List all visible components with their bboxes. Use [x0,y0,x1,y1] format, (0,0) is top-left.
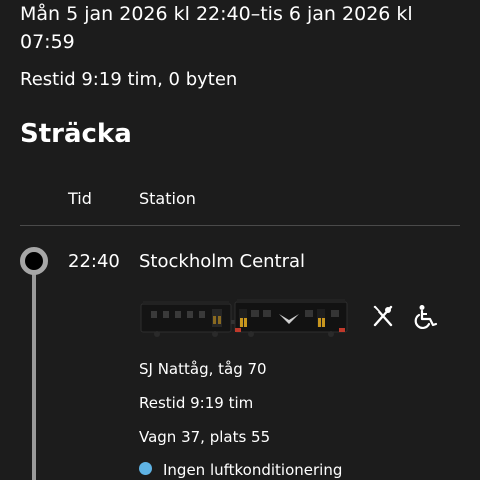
stop-marker [20,247,48,275]
departure-time: 22:40 [68,251,120,272]
column-header-time: Tid [68,189,92,208]
divider [20,225,460,226]
travel-time-summary: Restid 9:19 tim, 0 byten [20,69,238,90]
info-dot-icon [139,462,152,475]
departure-station: Stockholm Central [139,251,306,272]
trip-details-screen: Mån 5 jan 2026 kl 22:40–tis 6 jan 2026 k… [0,0,480,480]
segment-duration: Restid 9:19 tim [139,394,254,412]
trip-dates: Mån 5 jan 2026 kl 22:40–tis 6 jan 2026 k… [20,3,413,53]
section-title: Sträcka [20,119,132,149]
no-air-conditioning-notice: Ingen luftkonditionering [163,461,343,479]
seat-assignment: Vagn 37, plats 55 [139,428,271,446]
wheelchair-icon [414,305,438,329]
train-name: SJ Nattåg, tåg 70 [139,360,267,378]
route-line [32,270,36,480]
restaurant-icon [373,305,393,327]
column-header-station: Station [139,189,196,208]
night-train-image [140,299,348,337]
